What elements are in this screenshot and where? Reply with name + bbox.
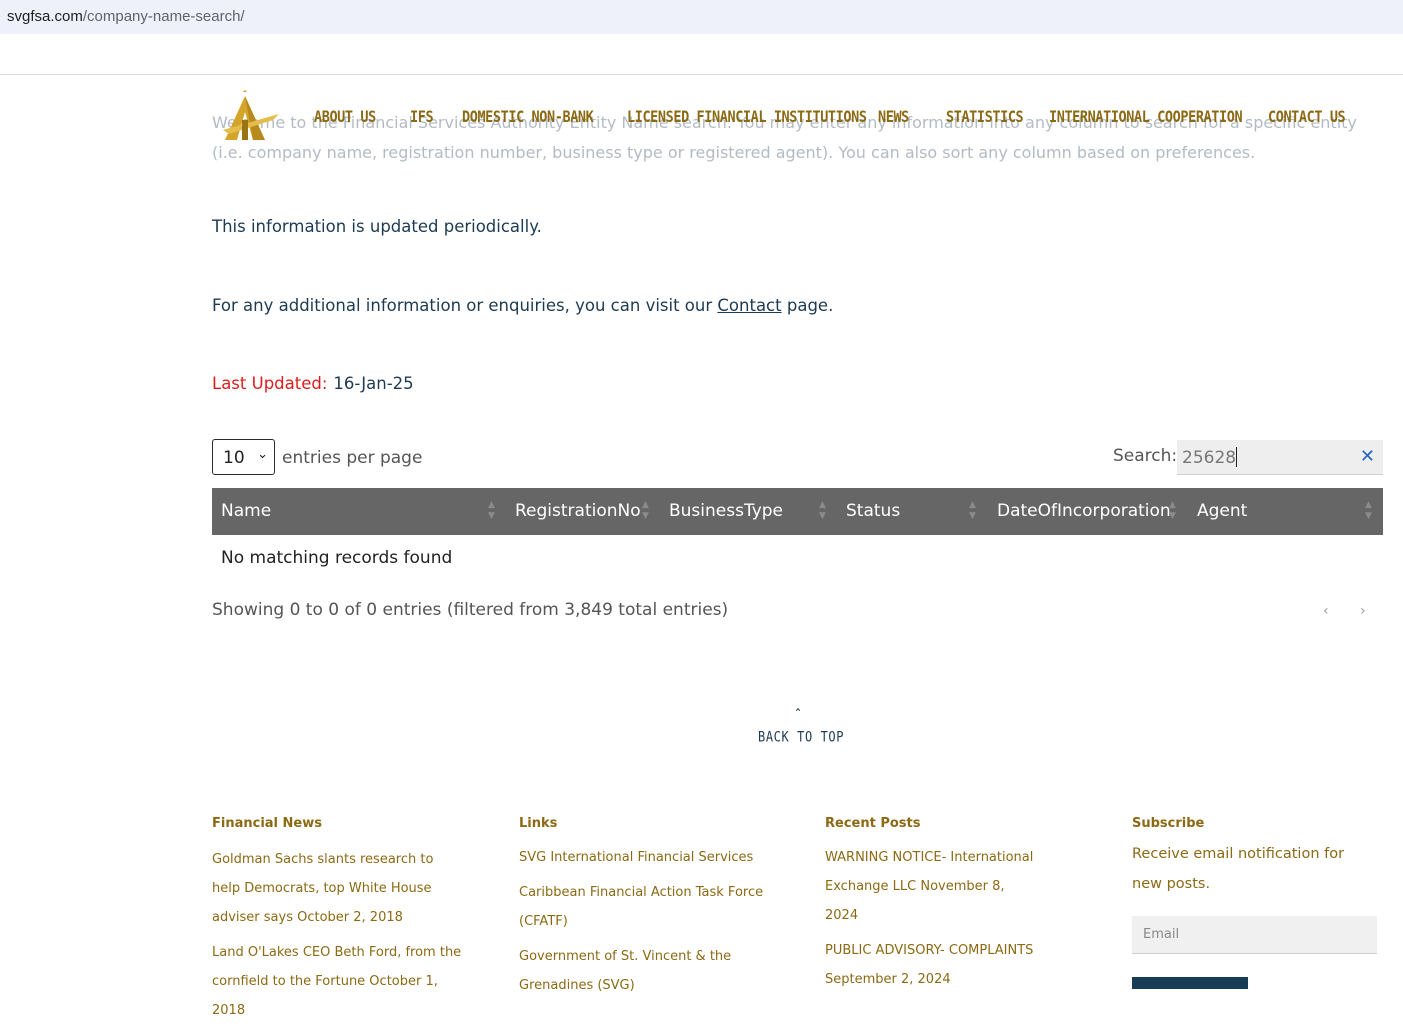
back-to-top-button[interactable]: ˆ BACK TO TOP [758,708,845,746]
sort-icon[interactable]: ▲ ▼ [1365,500,1375,524]
recent-post-link[interactable]: WARNING NOTICE- International Exchange L… [825,843,1040,930]
empty-table-message: No matching records found [221,548,453,568]
subscribe-title: Subscribe [1132,816,1205,831]
nav-statistics[interactable]: STATISTICS [946,108,1024,127]
footer-link[interactable]: Caribbean Financial Action Task Force (C… [519,878,764,936]
next-page-icon[interactable]: › [1360,603,1366,619]
text-caret [1236,447,1238,467]
entries-per-page-label: entries per page [282,448,423,468]
search-input-value: 25628 [1182,447,1238,468]
table-header-row: Name ▲ ▼ RegistrationNo ▲ ▼ BusinessType ▲… [212,488,1383,535]
enquiries-before: For any additional information or enquir… [212,296,718,315]
column-header-agent[interactable]: Agent [1197,501,1247,521]
sort-icon[interactable]: ▲ ▼ [642,500,652,524]
column-header-registrationno[interactable]: RegistrationNo [515,501,641,521]
email-field[interactable]: Email [1132,916,1377,954]
entries-select-value: 10 [223,448,245,468]
previous-page-icon[interactable]: ‹ [1323,603,1329,619]
footer-link[interactable]: Government of St. Vincent & the Grenadin… [519,942,764,1000]
header-divider [0,74,1403,75]
sort-icon[interactable]: ▲ ▼ [819,500,829,524]
footer-financial-news: Financial News Goldman Sachs slants rese… [212,816,462,1031]
enquiries-after: page. [781,296,834,315]
search-input[interactable]: 25628 ✕ [1177,440,1383,475]
nav-international-cooperation[interactable]: INTERNATIONAL COOPERATION [1049,108,1243,127]
address-bar[interactable]: svgfsa.com/company-name-search/ [0,0,1403,34]
footer-subscribe: Subscribe Receive email notification for… [1132,816,1382,899]
chevron-up-icon: ˆ [794,708,802,724]
nav-licensed-financial-institutions[interactable]: LICENSED FINANCIAL INSTITUTIONS [627,108,867,127]
column-header-status[interactable]: Status [846,501,900,521]
entries-per-page-select[interactable]: 10 ⌄ [212,439,275,475]
enquiries-text: For any additional information or enquir… [212,296,833,315]
column-header-dateofincorporation[interactable]: DateOfIncorporation [997,501,1171,521]
news-link[interactable]: Land O'Lakes CEO Beth Ford, from the cor… [212,938,462,1025]
nav-about-us[interactable]: ABOUT US [314,108,376,127]
back-to-top-label: BACK TO TOP [758,728,845,746]
column-header-businesstype[interactable]: BusinessType [669,501,783,521]
sort-icon[interactable]: ▲ ▼ [969,500,979,524]
footer-links: Links SVG International Financial Servic… [519,816,764,1006]
url-text[interactable]: svgfsa.com/company-name-search/ [7,8,245,25]
contact-link[interactable]: Contact [717,296,781,315]
last-updated-label: Last Updated: [212,374,328,393]
footer-link[interactable]: SVG International Financial Services [519,843,764,872]
url-host: svgfsa.com [7,8,83,25]
sort-icon[interactable]: ▲ ▼ [488,500,498,524]
footer-recent-posts: Recent Posts WARNING NOTICE- Internation… [825,816,1040,1000]
updated-note: This information is updated periodically… [212,217,542,236]
recent-post-link[interactable]: PUBLIC ADVISORY- COMPLAINTS September 2,… [825,936,1040,994]
news-link[interactable]: Goldman Sachs slants research to help De… [212,845,462,932]
financial-news-title: Financial News [212,816,322,831]
chevron-down-icon: ⌄ [257,447,268,462]
sort-icon[interactable]: ▲ ▼ [1169,500,1179,524]
links-title: Links [519,816,558,831]
recent-posts-title: Recent Posts [825,816,921,831]
site-logo[interactable] [223,90,279,144]
last-updated-value: 16-Jan-25 [333,374,414,393]
search-label: Search: [1113,446,1178,466]
column-header-name[interactable]: Name [221,501,271,521]
subscribe-button[interactable] [1132,977,1248,989]
nav-news[interactable]: NEWS [878,108,909,127]
clear-search-icon[interactable]: ✕ [1360,446,1375,467]
subscribe-text: Receive email notification for new posts… [1132,846,1345,892]
nav-ifs[interactable]: IFS [410,108,434,127]
email-placeholder: Email [1143,927,1180,942]
search-value-text: 25628 [1182,448,1237,468]
table-summary: Showing 0 to 0 of 0 entries (filtered fr… [212,600,729,620]
nav-domestic-non-bank[interactable]: DOMESTIC NON-BANK [462,108,594,127]
nav-contact-us[interactable]: CONTACT US [1268,108,1346,127]
last-updated: Last Updated: 16-Jan-25 [212,374,414,393]
url-path: /company-name-search/ [82,8,245,25]
